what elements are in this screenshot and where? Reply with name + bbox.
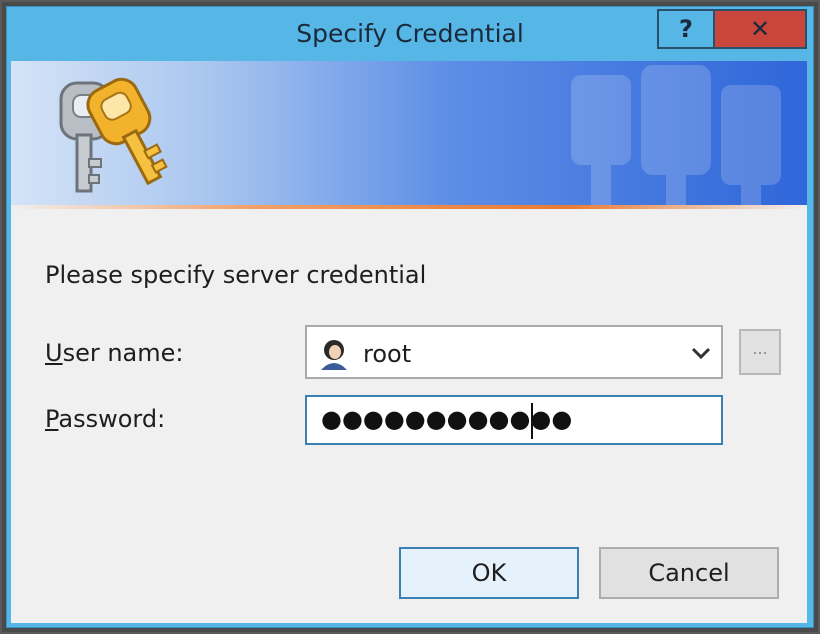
help-button[interactable]: ? xyxy=(657,9,713,49)
user-name-label-text: ser name: xyxy=(62,339,184,367)
instruction-text: Please specify server credential xyxy=(45,261,427,289)
ok-button[interactable]: OK xyxy=(399,547,579,599)
dialog-body: Please specify server credential User na… xyxy=(11,61,807,623)
banner-divider xyxy=(11,205,807,209)
password-field[interactable]: ●●●●●●●●●●●● xyxy=(305,395,723,445)
user-avatar-icon xyxy=(321,340,347,370)
text-caret xyxy=(531,403,533,439)
keys-icon xyxy=(59,77,168,193)
close-button[interactable]: ✕ xyxy=(713,9,807,49)
password-value: ●●●●●●●●●●●● xyxy=(321,405,573,433)
browse-users-button[interactable]: ... xyxy=(739,329,781,375)
password-label-text: assword: xyxy=(58,405,166,433)
keys-watermark-icon xyxy=(571,65,781,205)
header-banner xyxy=(11,61,807,205)
password-access-key: P xyxy=(45,405,59,433)
user-name-access-key: U xyxy=(45,339,63,367)
user-name-label: User name: xyxy=(45,339,184,367)
credential-dialog: Specify Credential ? ✕ Please specify se… xyxy=(6,6,814,628)
cancel-button[interactable]: Cancel xyxy=(599,547,779,599)
title-bar[interactable]: Specify Credential ? ✕ xyxy=(7,7,813,61)
chevron-down-icon[interactable] xyxy=(687,339,715,367)
user-name-value: root xyxy=(363,340,412,368)
password-label: Password: xyxy=(45,405,165,433)
user-name-combobox[interactable]: root xyxy=(305,325,723,379)
